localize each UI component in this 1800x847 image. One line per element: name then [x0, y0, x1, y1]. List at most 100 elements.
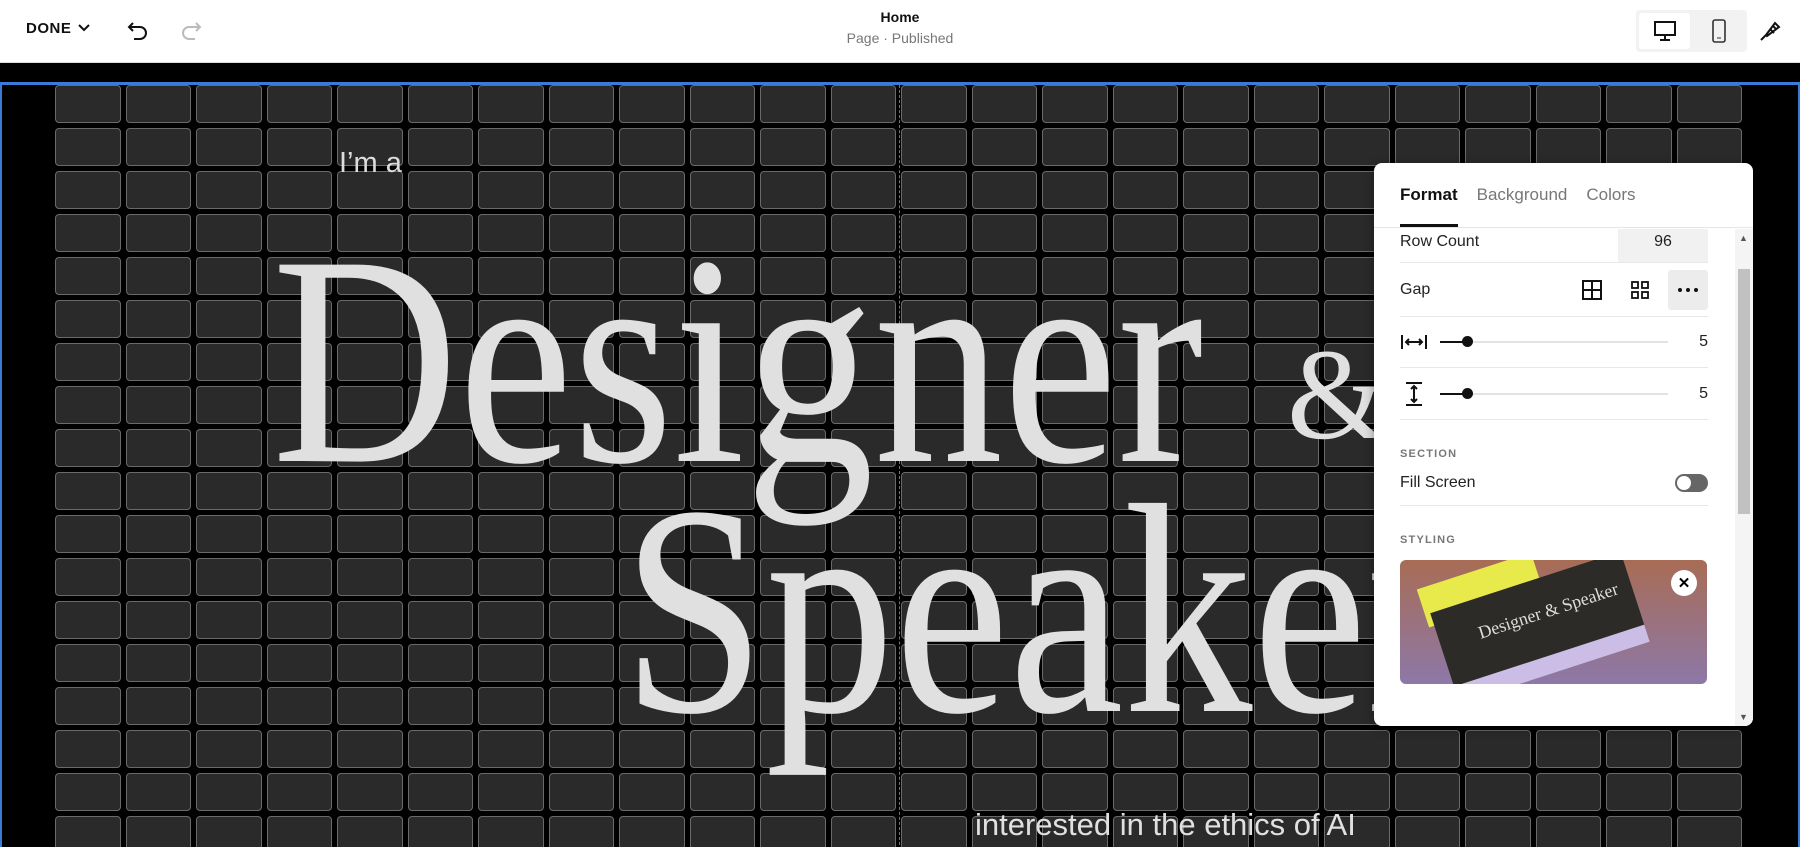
grid-cell	[1676, 773, 1742, 811]
gap-custom-button[interactable]	[1668, 269, 1708, 310]
gap-small-button[interactable]	[1620, 270, 1660, 310]
grid-cell	[337, 85, 403, 123]
grid-cell	[478, 730, 544, 768]
grid-cell	[478, 85, 544, 123]
grid-cell	[266, 558, 332, 596]
grid-cell	[196, 429, 262, 467]
grid-cell	[266, 85, 332, 123]
grid-cell	[1324, 128, 1390, 166]
grid-cell	[478, 773, 544, 811]
grid-cell	[196, 816, 262, 847]
grid-cell	[266, 601, 332, 639]
grid-cell	[407, 730, 473, 768]
site-styles-button[interactable]	[1756, 16, 1786, 46]
horizontal-gap-icon	[1401, 335, 1427, 349]
grid-cell	[760, 128, 826, 166]
grid-cell	[196, 257, 262, 295]
grid-cell	[689, 128, 755, 166]
gap-none-button[interactable]	[1572, 270, 1612, 310]
tab-colors[interactable]: Colors	[1586, 163, 1635, 227]
grid-cell	[1253, 128, 1319, 166]
grid-cell	[55, 687, 121, 725]
grid-cell	[1253, 257, 1319, 295]
grid-cell	[337, 773, 403, 811]
scroll-down-icon[interactable]: ▼	[1739, 712, 1748, 722]
grid-cell	[337, 558, 403, 596]
grid-cell	[55, 171, 121, 209]
grid-cell	[901, 85, 967, 123]
grid-cell	[1535, 128, 1601, 166]
grid-cell	[125, 257, 191, 295]
grid-cell	[196, 601, 262, 639]
grid-cell	[125, 128, 191, 166]
hero-heading-line2[interactable]: Speaker	[622, 460, 1453, 760]
grid-cell	[1112, 128, 1178, 166]
grid-cell	[125, 171, 191, 209]
grid-cell	[266, 128, 332, 166]
grid-cell	[55, 128, 121, 166]
device-switcher	[1636, 10, 1747, 52]
hero-tagline[interactable]: interested in the ethics of AI	[975, 807, 1356, 843]
grid-cell	[407, 644, 473, 682]
grid-cell	[125, 601, 191, 639]
page-status: Page · Published	[846, 30, 954, 46]
grid-cell	[1183, 773, 1249, 811]
hero-intro-text[interactable]: I’m a	[339, 147, 402, 180]
horizontal-gap-row: 5	[1400, 317, 1708, 368]
page-title: Home	[880, 9, 920, 25]
grid-cell	[548, 773, 614, 811]
gap-row: Gap	[1400, 263, 1708, 317]
grid-cell	[407, 687, 473, 725]
grid-cell	[971, 128, 1037, 166]
grid-cell	[548, 644, 614, 682]
grid-cell	[55, 472, 121, 510]
grid-cell	[125, 343, 191, 381]
grid-cell	[619, 85, 685, 123]
scrollbar-thumb[interactable]	[1738, 269, 1750, 514]
grid-cell	[196, 300, 262, 338]
grid-cell	[196, 644, 262, 682]
grid-cell	[619, 773, 685, 811]
grid-cell	[478, 687, 544, 725]
grid-cell	[760, 816, 826, 847]
grid-cell	[266, 773, 332, 811]
horizontal-gap-slider[interactable]	[1440, 336, 1668, 347]
grid-cell	[55, 85, 121, 123]
grid-cell	[1253, 171, 1319, 209]
grid-cell	[548, 601, 614, 639]
style-preview-thumbnail[interactable]: Designer & Speaker ✕	[1400, 560, 1707, 684]
grid-cell	[548, 687, 614, 725]
grid-cell	[407, 128, 473, 166]
grid-cell	[548, 816, 614, 847]
grid-cell	[1606, 773, 1672, 811]
grid-cell	[1465, 730, 1531, 768]
grid-cell	[125, 816, 191, 847]
remove-style-button[interactable]: ✕	[1671, 570, 1697, 596]
row-count-input[interactable]: 96	[1618, 229, 1708, 262]
tab-background[interactable]: Background	[1477, 163, 1568, 227]
grid-cell	[55, 343, 121, 381]
grid-cell	[55, 601, 121, 639]
grid-cell	[830, 816, 896, 847]
grid-cell	[1465, 773, 1531, 811]
tab-format[interactable]: Format	[1400, 163, 1458, 227]
row-count-row: Row Count 96	[1400, 229, 1708, 263]
fill-screen-toggle[interactable]	[1675, 473, 1708, 492]
styling-heading: STYLING	[1400, 534, 1457, 546]
mobile-icon	[1711, 19, 1726, 43]
grid-cell	[1606, 128, 1672, 166]
vertical-gap-slider[interactable]	[1440, 387, 1668, 399]
grid-cell	[1183, 85, 1249, 123]
grid-cell	[760, 773, 826, 811]
grid-cell	[55, 644, 121, 682]
grid-cell	[901, 128, 967, 166]
panel-scrollbar[interactable]: ▲ ▼	[1735, 229, 1753, 726]
grid-cell	[266, 816, 332, 847]
mobile-view-button[interactable]	[1693, 13, 1744, 49]
grid-cell	[478, 128, 544, 166]
grid-cell	[125, 386, 191, 424]
grid-cell	[1253, 773, 1319, 811]
grid-cell	[125, 515, 191, 553]
desktop-view-button[interactable]	[1639, 13, 1690, 49]
scroll-up-icon[interactable]: ▲	[1739, 233, 1748, 243]
